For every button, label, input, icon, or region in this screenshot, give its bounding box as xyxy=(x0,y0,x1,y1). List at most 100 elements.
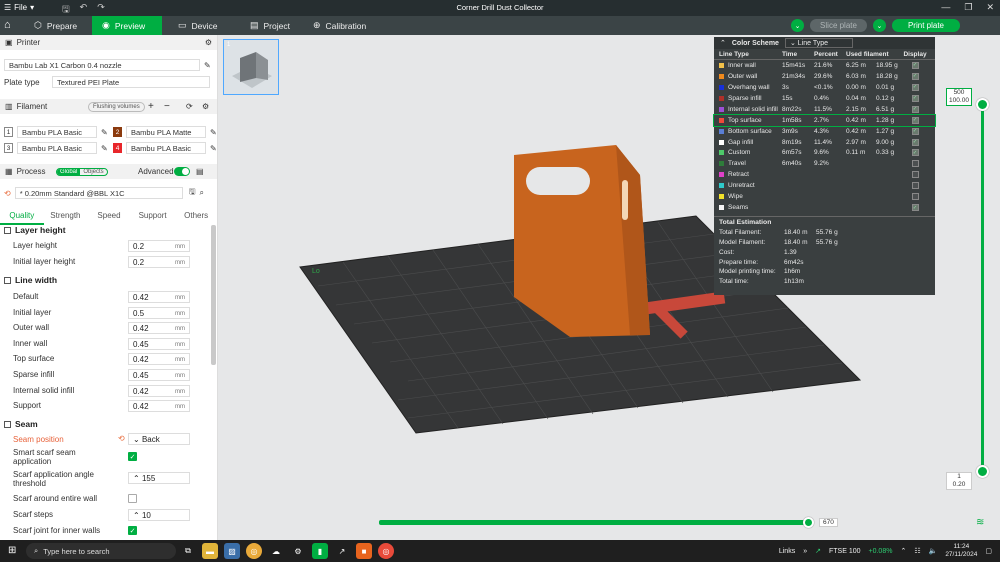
display-checkbox[interactable]: ✓ xyxy=(911,116,919,124)
line-width-input[interactable]: 0.42 mm xyxy=(128,384,190,397)
network-icon[interactable]: ☷ xyxy=(914,547,920,555)
chevron-right-icon[interactable]: » xyxy=(803,548,807,555)
edit-icon[interactable]: ✎ xyxy=(101,144,108,153)
tab-project[interactable]: ▤ Project xyxy=(240,16,300,35)
line-width-input[interactable]: 0.42 mm xyxy=(128,353,190,366)
legend-row[interactable]: Bottom surface 3m9s 4.3% 0.42 m 1.27 g ✓ xyxy=(714,126,935,137)
printer-name[interactable]: Bambu Lab X1 Carbon 0.4 nozzle xyxy=(4,59,200,71)
legend-row[interactable]: Overhang wall 3s <0.1% 0.00 m 0.01 g ✓ xyxy=(714,82,935,93)
taskbar-search[interactable]: ⌕ Type here to search xyxy=(26,543,176,559)
scarf-entire-checkbox[interactable] xyxy=(128,494,137,503)
tab-device[interactable]: ▭ Device xyxy=(168,16,238,35)
close-icon[interactable]: ✕ xyxy=(986,2,994,13)
legend-row[interactable]: Sparse infill 15s 0.4% 0.04 m 0.12 g ✓ xyxy=(714,93,935,104)
display-checkbox[interactable]: ✓ xyxy=(911,72,919,80)
filament-slot-2[interactable]: 2 Bambu PLA Matte ✎ xyxy=(113,126,217,138)
filament-name[interactable]: Bambu PLA Basic xyxy=(17,142,97,154)
reset-icon[interactable]: ⟲ xyxy=(4,189,11,198)
display-checkbox[interactable]: ✓ xyxy=(911,138,919,146)
tab-strength[interactable]: Strength xyxy=(44,211,88,225)
home-icon[interactable]: ⌂ xyxy=(4,19,11,31)
cloud-app-icon[interactable]: ☁ xyxy=(268,543,284,559)
legend-row[interactable]: Custom 6m57s 9.6% 0.11 m 0.33 g ✓ xyxy=(714,148,935,159)
filament-name[interactable]: Bambu PLA Basic xyxy=(17,126,97,138)
advanced-toggle[interactable] xyxy=(174,167,190,176)
tab-prepare[interactable]: ⬡ Prepare xyxy=(24,16,92,35)
links-label[interactable]: Links xyxy=(779,548,795,555)
legend-row[interactable]: Travel 6m40s 9.2% ✓ xyxy=(714,158,935,169)
print-plate-button[interactable]: Print plate xyxy=(891,19,960,32)
line-width-input[interactable]: 0.45 mm xyxy=(128,369,190,381)
line-type-select[interactable]: ⌄ Line Type xyxy=(784,38,853,48)
display-checkbox[interactable]: ✓ xyxy=(911,182,919,190)
print-dropdown-icon[interactable]: ⌄ xyxy=(872,19,886,32)
layer-slider-bottom-handle[interactable] xyxy=(976,465,989,478)
ftse-label[interactable]: FTSE 100 xyxy=(829,548,861,555)
layer-slider[interactable] xyxy=(981,105,984,472)
plate-type-select[interactable]: Textured PEI Plate xyxy=(52,76,210,88)
filament-name[interactable]: Bambu PLA Matte xyxy=(126,126,206,138)
printer-select[interactable]: Bambu Lab X1 Carbon 0.4 nozzle ✎ xyxy=(4,59,212,71)
edit-icon[interactable]: ✎ xyxy=(210,128,217,137)
display-checkbox[interactable]: ✓ xyxy=(911,94,919,102)
objects-option[interactable]: Objects xyxy=(80,169,106,175)
filament-name[interactable]: Bambu PLA Basic xyxy=(126,142,206,154)
collapse-icon[interactable]: ⌃ xyxy=(720,39,726,47)
smart-scarf-checkbox[interactable]: ✓ xyxy=(128,452,137,461)
legend-row[interactable]: Top surface 1m58s 2.7% 0.42 m 1.28 g ✓ xyxy=(713,113,936,127)
gear-icon[interactable]: ⚙ xyxy=(205,38,212,47)
volume-icon[interactable]: 🔈 xyxy=(929,547,938,555)
search-icon[interactable]: ⌕ xyxy=(200,188,204,198)
preview-viewport[interactable]: 1 Lo ⌃ Color Scheme ⌄ Line Type Line Typ… xyxy=(218,35,1000,540)
restore-icon[interactable]: ❐ xyxy=(964,2,972,13)
slicer-icon[interactable]: ■ xyxy=(356,543,372,559)
process-preset-select[interactable]: * 0.20mm Standard @BBL X1C xyxy=(14,187,183,199)
tab-preview[interactable]: ◉ Preview xyxy=(92,16,162,35)
sync-icon[interactable]: ⟳ xyxy=(186,102,193,111)
tab-support[interactable]: Support xyxy=(131,211,175,225)
windows-start-icon[interactable]: ⊞ xyxy=(8,545,16,556)
legend-row[interactable]: Outer wall 21m34s 29.6% 6.03 m 18.28 g ✓ xyxy=(714,71,935,82)
filament-slot-1[interactable]: 1 Bambu PLA Basic ✎ xyxy=(4,126,108,138)
filament-slot-4[interactable]: 4 Bambu PLA Basic ✎ xyxy=(113,142,217,154)
seam-position-select[interactable]: ⌄ Back xyxy=(128,433,190,445)
display-checkbox[interactable]: ✓ xyxy=(911,105,919,113)
legend-row[interactable]: Seams ✓ xyxy=(714,202,935,213)
display-checkbox[interactable]: ✓ xyxy=(911,83,919,91)
slice-dropdown-icon[interactable]: ⌄ xyxy=(791,19,805,32)
slice-plate-button[interactable]: Slice plate xyxy=(810,19,867,32)
reset-icon[interactable]: ⟲ xyxy=(118,434,125,443)
display-checkbox[interactable]: ✓ xyxy=(911,127,919,135)
photos-icon[interactable]: ▨ xyxy=(224,543,240,559)
chrome-alt-icon[interactable]: ◎ xyxy=(378,543,394,559)
display-checkbox[interactable]: ✓ xyxy=(911,193,919,201)
settings-scrollbar[interactable] xyxy=(211,225,216,365)
layer-slider-top-handle[interactable] xyxy=(976,98,989,111)
edit-icon[interactable]: ✎ xyxy=(101,128,108,137)
tab-calibration[interactable]: ⊕ Calibration xyxy=(303,16,383,35)
edit-icon[interactable]: ✎ xyxy=(204,61,211,70)
tray-overflow-icon[interactable]: ⌃ xyxy=(900,547,906,555)
scarf-steps-input[interactable]: ⌃ 10 xyxy=(128,509,190,521)
layers-stack-icon[interactable]: ≋ xyxy=(976,517,984,528)
compare-icon[interactable]: ▤ xyxy=(196,167,204,176)
display-checkbox[interactable]: ✓ xyxy=(911,61,919,69)
filament-slot-3[interactable]: 3 Bambu PLA Basic ✎ xyxy=(4,142,108,154)
chrome-icon[interactable]: ◎ xyxy=(246,543,262,559)
add-filament-icon[interactable]: + xyxy=(148,101,154,112)
legend-row[interactable]: Wipe ✓ xyxy=(714,191,935,202)
tab-others[interactable]: Others xyxy=(174,211,217,225)
file-explorer-icon[interactable]: ▬ xyxy=(202,543,218,559)
line-width-input[interactable]: 0.5 mm xyxy=(128,306,190,319)
line-width-input[interactable]: 0.42 mm xyxy=(128,400,190,413)
task-view-icon[interactable]: ⧉ xyxy=(180,543,196,559)
line-width-input[interactable]: 0.42 mm xyxy=(128,291,190,303)
file-menu[interactable]: ☰ File ▾ xyxy=(4,3,34,12)
save-preset-icon[interactable]: 🖫 xyxy=(189,186,196,200)
legend-row[interactable]: Unretract ✓ xyxy=(714,180,935,191)
tab-speed[interactable]: Speed xyxy=(87,211,131,225)
display-checkbox[interactable]: ✓ xyxy=(911,171,919,179)
line-width-input[interactable]: 0.45 mm xyxy=(128,337,190,350)
filament-settings-icon[interactable]: ⚙ xyxy=(202,102,209,111)
display-checkbox[interactable]: ✓ xyxy=(911,160,919,168)
